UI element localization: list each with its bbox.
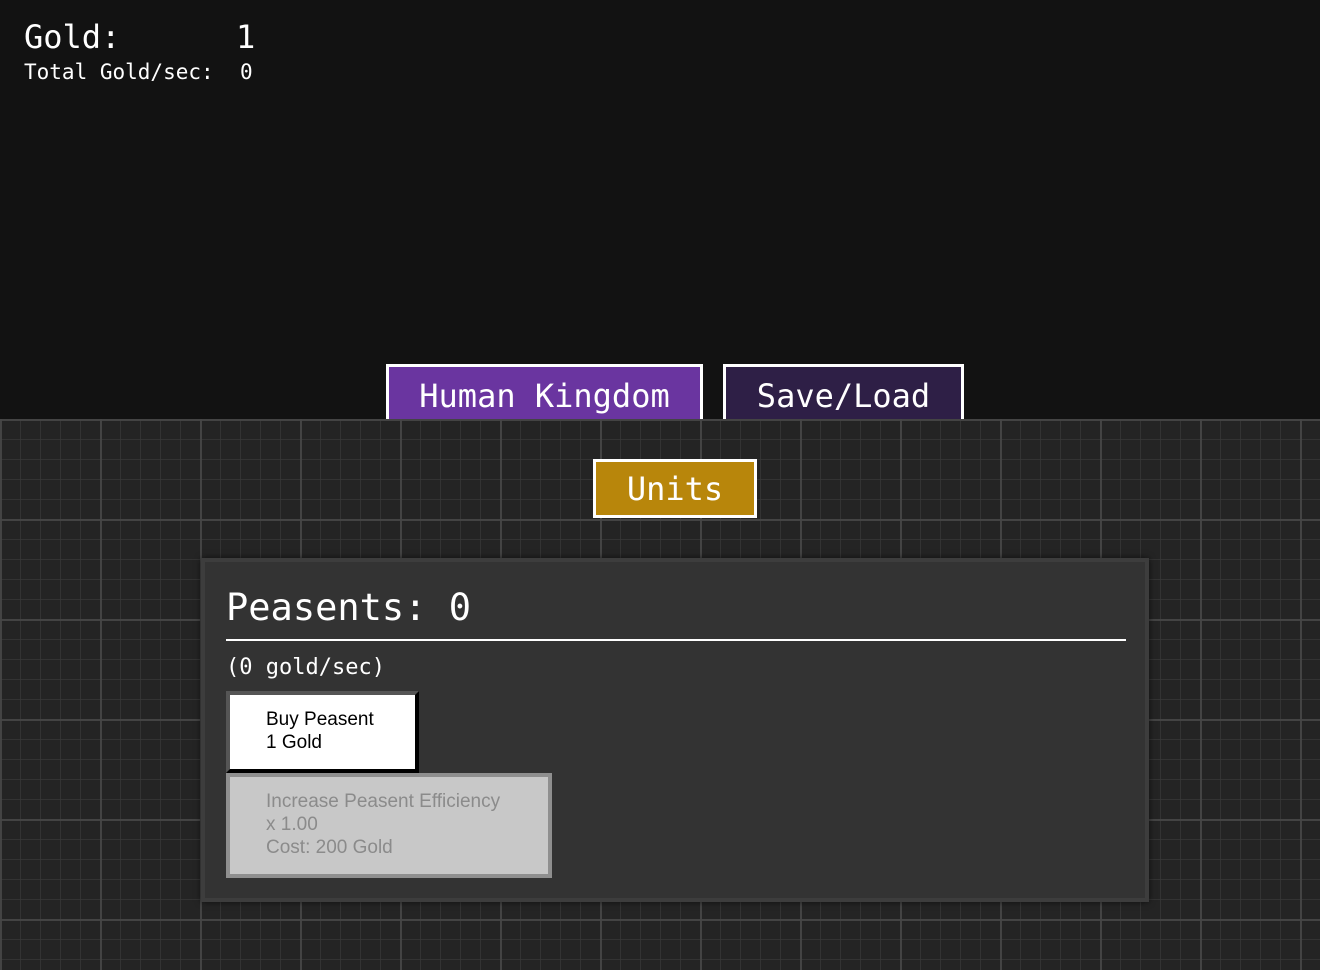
gold-rate-value: 0 — [240, 60, 253, 84]
tab-save-load[interactable]: Save/Load — [723, 364, 964, 420]
game-area: Units Peasents: 0 (0 gold/sec) Buy Pease… — [0, 419, 1320, 970]
peasent-panel: Peasents: 0 (0 gold/sec) Buy Peasent 1 G… — [201, 558, 1149, 902]
buy-peasent-cost: 1 Gold — [266, 732, 322, 753]
buy-peasent-button[interactable]: Buy Peasent 1 Gold — [226, 691, 419, 773]
increase-efficiency-button[interactable]: Increase Peasent Efficiency x 1.00 Cost:… — [226, 773, 552, 878]
gold-rate-stat: Total Gold/sec: 0 — [24, 56, 255, 88]
increase-efficiency-label: Increase Peasent Efficiency — [266, 791, 501, 812]
tab-human-kingdom[interactable]: Human Kingdom — [386, 364, 703, 420]
buy-peasent-label: Buy Peasent — [266, 709, 374, 730]
resource-stats: Gold: 1 Total Gold/sec: 0 — [24, 18, 255, 88]
main-tabs: Human Kingdom Save/Load — [0, 364, 1320, 420]
gold-stat: Gold: 1 — [24, 18, 255, 56]
peasent-gold-rate: (0 gold/sec) — [226, 655, 385, 680]
tab-units[interactable]: Units — [593, 459, 757, 518]
gold-value: 1 — [236, 18, 256, 56]
top-area: Gold: 1 Total Gold/sec: 0 Human Kingdom Sa… — [0, 0, 1320, 420]
gold-label: Gold: — [24, 18, 121, 56]
efficiency-cost: Cost: 200 Gold — [266, 837, 393, 858]
peasent-count: Peasents: 0 — [226, 586, 472, 629]
divider — [226, 639, 1126, 641]
efficiency-multiplier: x 1.00 — [266, 814, 318, 835]
gold-rate-label: Total Gold/sec: — [24, 60, 214, 84]
